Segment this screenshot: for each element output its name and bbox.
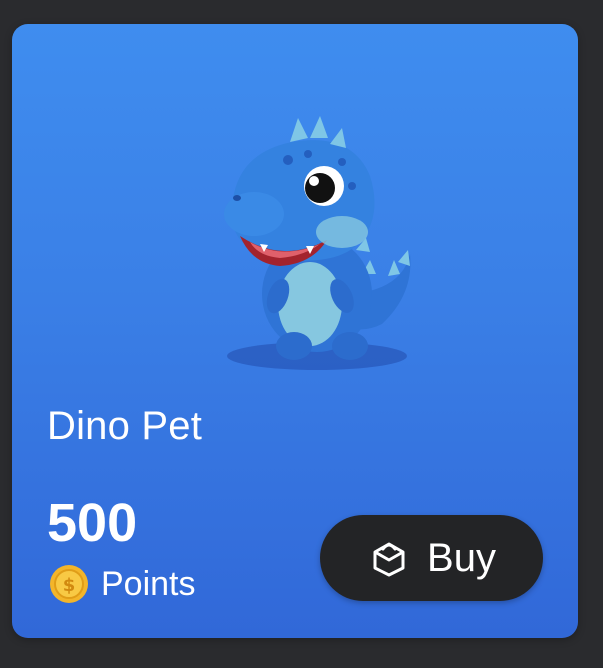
buy-button-label: Buy <box>427 535 496 580</box>
dinosaur-illustration <box>224 116 411 370</box>
buy-button[interactable]: Buy <box>320 515 543 601</box>
product-title: Dino Pet <box>47 404 203 448</box>
svg-text:$: $ <box>63 575 76 596</box>
points-row: $ Points <box>49 564 196 604</box>
points-label: Points <box>101 564 196 603</box>
gold-coin-icon: $ <box>50 565 88 603</box>
product-card: Dino Pet 500 $ Points Buy <box>12 24 578 638</box>
dino-pet-image <box>192 64 432 384</box>
price-amount: 500 <box>47 493 138 553</box>
shopping-bag-icon <box>373 542 405 577</box>
